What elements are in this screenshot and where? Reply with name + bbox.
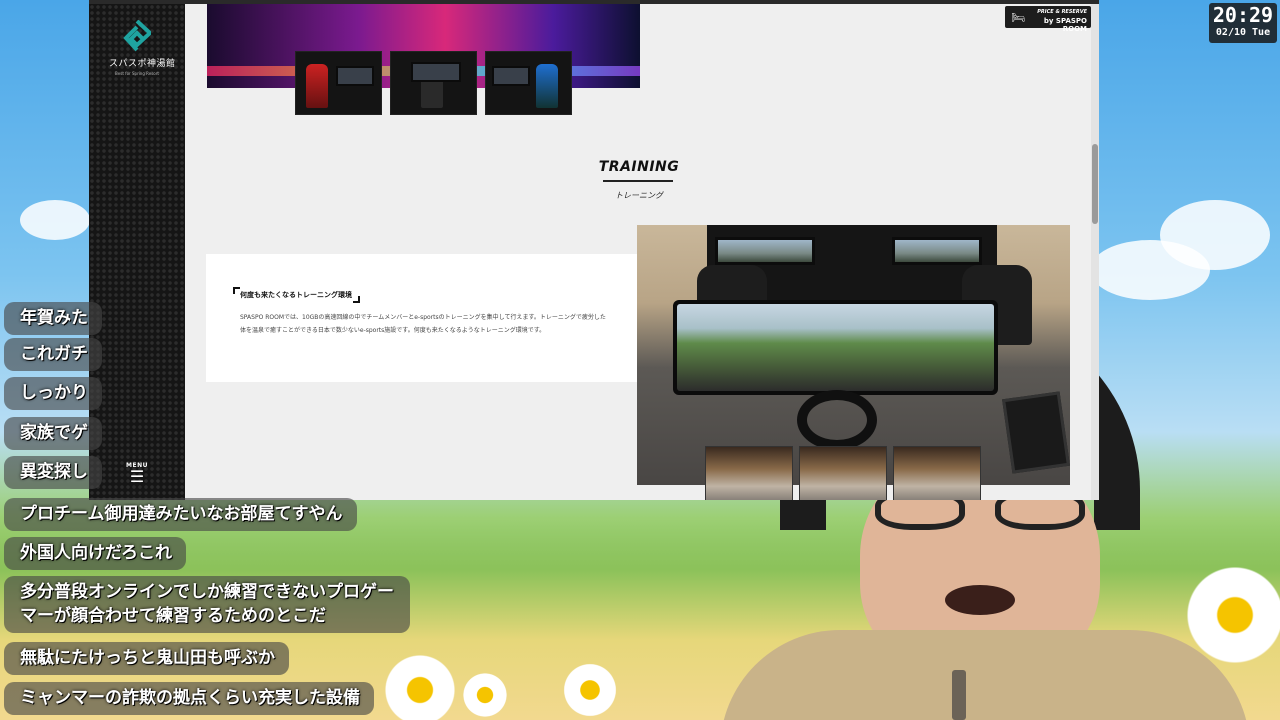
menu-button[interactable]: MENU ☰ [119,462,155,485]
site-sidebar: スパスポ神湯館 Best for Spring Resort MENU ☰ [89,4,185,500]
logo-tagline: Best for Spring Resort [115,71,159,76]
chat-message: 外国人向けだろこれ [4,537,186,570]
photo-thumbnail[interactable] [705,446,793,500]
daisy [460,670,510,720]
chat-message: プロチーム御用達みたいなお部屋てすやん [4,498,357,531]
daisy [380,650,460,720]
section-title: TRAINING [598,159,680,175]
scrollbar[interactable] [1091,4,1099,500]
logo-name: スパスポ神湯館 [109,59,176,69]
browser-window: スパスポ神湯館 Best for Spring Resort MENU ☰ 🛏 … [89,0,1099,500]
chat-message: 年賀みた [4,302,102,335]
price-reserve-sub: by SPASPO ROOM [1043,17,1087,33]
card-heading: 何度も来たくなるトレーニング環境 [233,287,360,303]
title-underline [603,180,673,182]
card-body: SPASPO ROOMでは、10GBの高速回線の中でチームメンバーとe-spor… [240,314,606,334]
site-logo[interactable]: スパスポ神湯館 Best for Spring Resort [109,20,176,76]
chat-message: 家族でゲ [4,417,102,450]
training-card: 何度も来たくなるトレーニング環境 SPASPO ROOMでは、10GBの高速回線… [206,254,639,382]
gallery-thumbnail[interactable] [295,51,382,115]
price-reserve-label: PRICE & RESERVE [1037,9,1087,15]
gallery-thumbnail[interactable] [485,51,572,115]
hamburger-icon: ☰ [129,467,145,486]
chat-message: ミャンマーの詐欺の拠点くらい充実した設備 [4,682,374,715]
clock-date: 02/10 Tue [1215,27,1271,38]
price-reserve-button[interactable]: 🛏 PRICE & RESERVE by SPASPO ROOM [1005,6,1091,33]
section-subtitle: トレーニング [615,191,663,200]
photo-thumbnail[interactable] [893,446,981,500]
sweater [720,630,1250,720]
gallery-thumbnail[interactable] [390,51,477,115]
clock-widget: 20:29 02/10 Tue [1209,3,1277,43]
mouth [945,585,1015,615]
scrollbar-thumb[interactable] [1092,144,1098,224]
chat-message: これガチ [4,338,102,371]
logo-icon [123,20,151,52]
zipper [952,670,966,720]
cloud [1160,200,1270,270]
photo-thumbnail[interactable] [799,446,887,500]
chat-message: 多分普段オンラインでしか練習できないプロゲーマーが顔合わせて練習するためのとこだ [4,576,410,633]
chat-message: しっかり [4,377,102,410]
cloud [20,200,90,240]
bed-icon: 🛏 [1011,11,1025,24]
chat-message: 異変探し [4,456,102,489]
daisy [560,660,620,720]
chat-message: 無駄にたけっちと鬼山田も呼ぶか [4,642,289,675]
clock-time: 20:29 [1212,3,1274,27]
